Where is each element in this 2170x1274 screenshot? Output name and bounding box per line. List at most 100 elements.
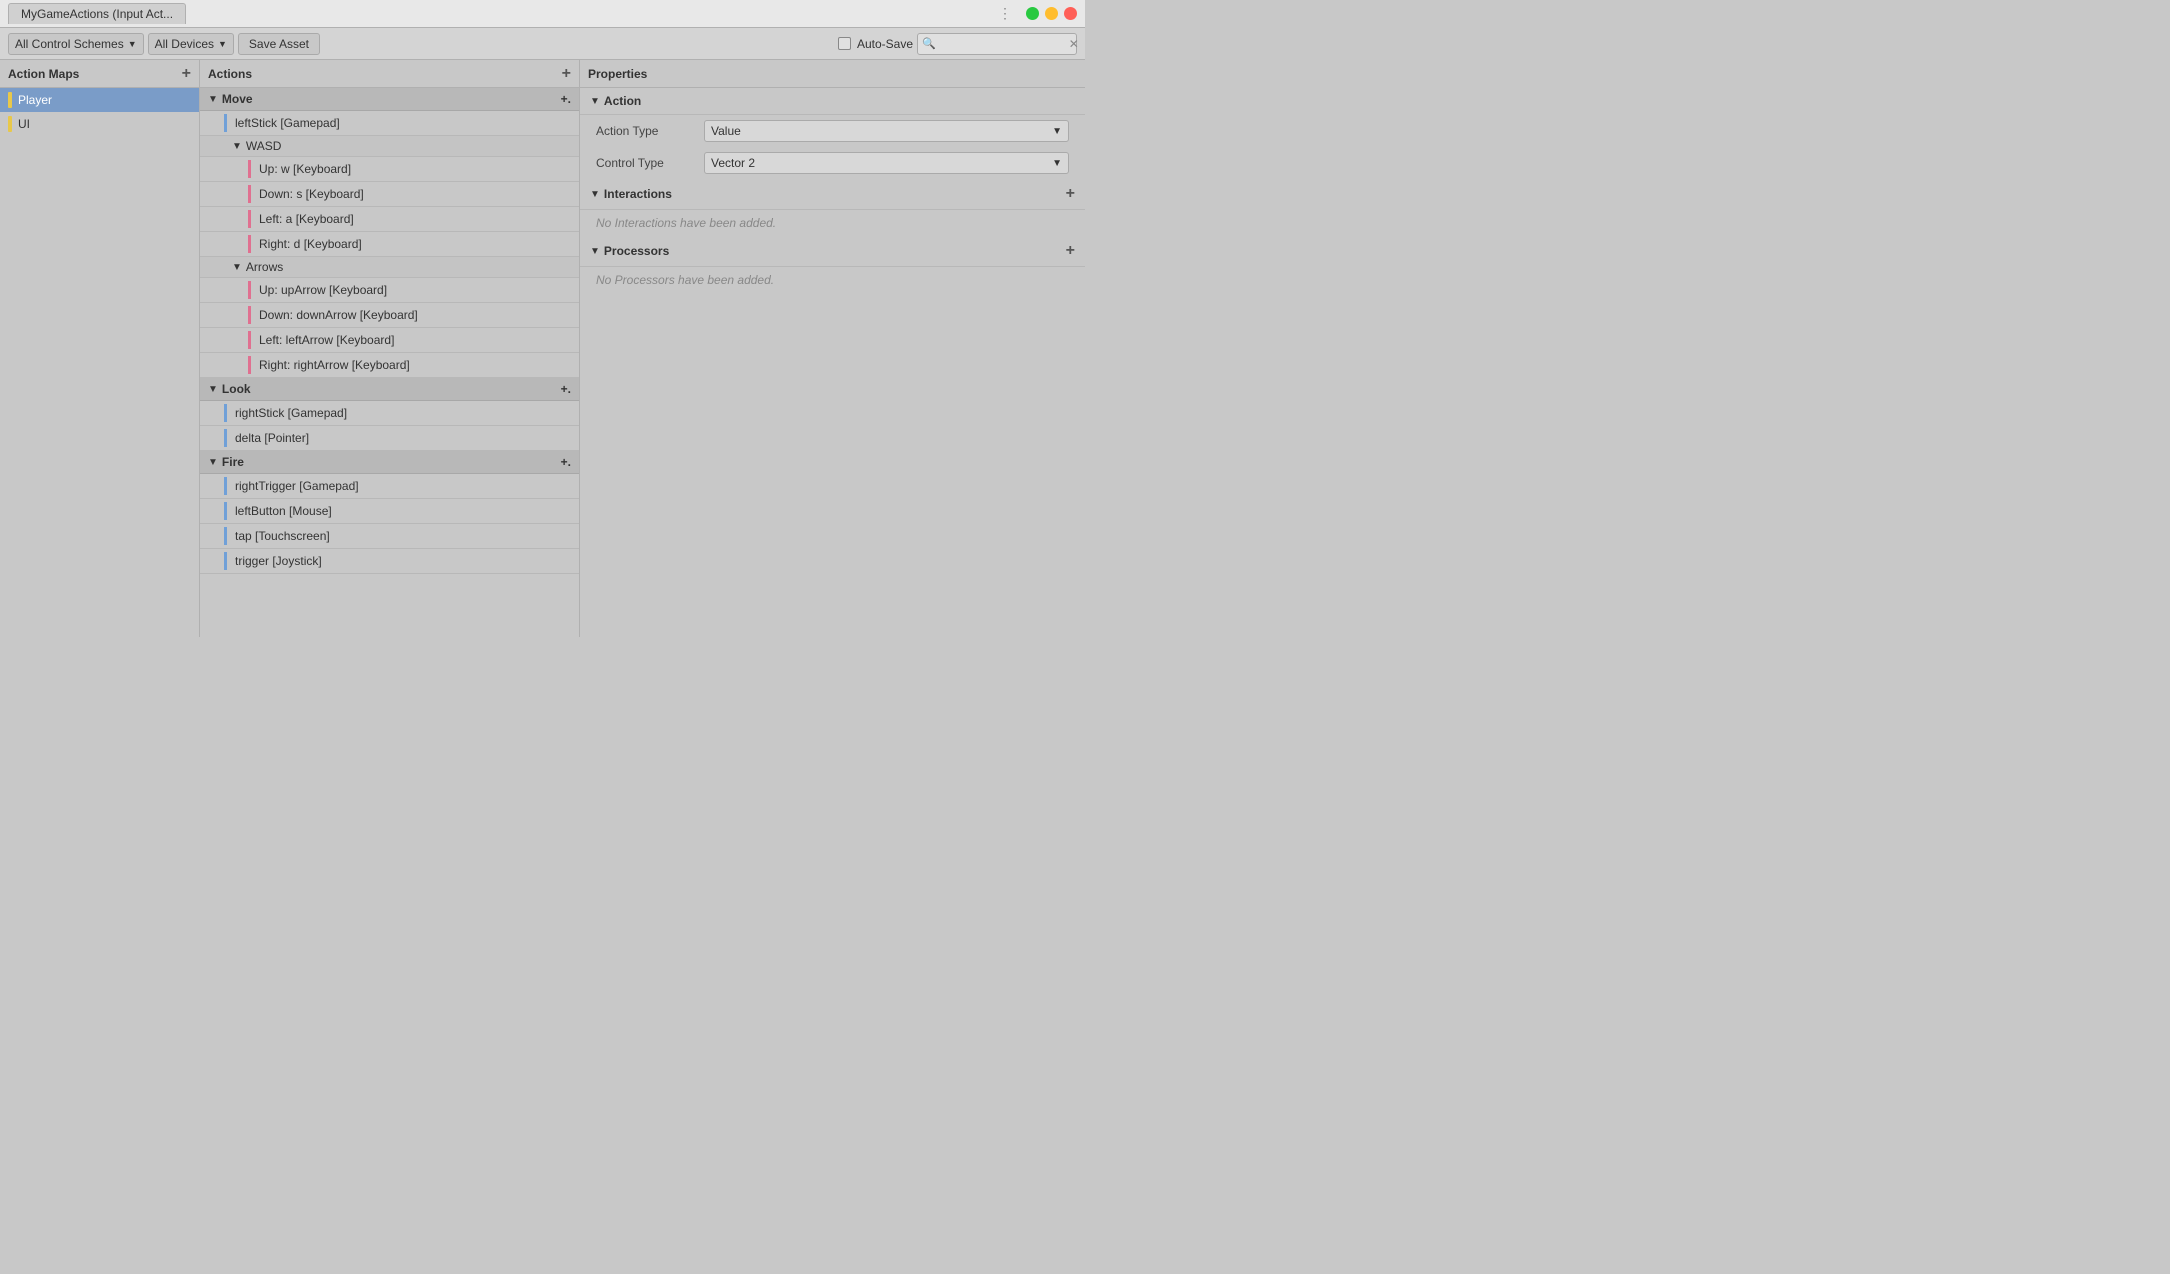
action-type-dropdown[interactable]: Value ▼ [704,120,1069,142]
processors-title: Processors [604,244,669,258]
window-menu-icon[interactable]: ⋮ [998,5,1012,22]
rightTrigger-color [224,477,227,495]
binding-rightStick[interactable]: rightStick [Gamepad] [200,401,579,426]
binding-down-s[interactable]: Down: s [Keyboard] [200,182,579,207]
binding-trigger[interactable]: trigger [Joystick] [200,549,579,574]
action-maps-title: Action Maps [8,67,79,81]
title-bar: MyGameActions (Input Act... ⋮ [0,0,1085,28]
action-group-look[interactable]: ▼ Look +. [200,378,579,401]
title-tab[interactable]: MyGameActions (Input Act... [8,3,186,24]
save-asset-button[interactable]: Save Asset [238,33,320,55]
action-group-move[interactable]: ▼ Move +. [200,88,579,111]
trigger-color [224,552,227,570]
add-processor-button[interactable]: + [1066,242,1075,260]
action-type-row: Action Type Value ▼ [580,115,1085,147]
actions-panel: Actions + ▼ Move +. leftStick [Gamepad] … [200,60,580,637]
down-arrow-color [248,306,251,324]
move-chevron: ▼ [208,94,218,105]
close-button[interactable] [1064,7,1077,20]
right-d-color [248,235,251,253]
autosave-checkbox[interactable] [838,37,851,50]
search-icon: 🔍 [922,37,936,50]
binding-up-arrow[interactable]: Up: upArrow [Keyboard] [200,278,579,303]
interactions-empty: No Interactions have been added. [580,210,1085,236]
move-label: Move [222,92,253,106]
look-label: Look [222,382,251,396]
devices-label: All Devices [155,37,214,51]
action-type-label: Action Type [596,124,696,138]
left-arrow-color [248,331,251,349]
leftStick-color [224,114,227,132]
look-add-btn[interactable]: +. [561,382,571,396]
window-controls: ⋮ [998,5,1077,22]
action-section-title: Action [604,94,641,108]
action-map-item-player[interactable]: Player [0,88,199,112]
binding-up-w[interactable]: Up: w [Keyboard] [200,157,579,182]
processors-chevron: ▼ [590,246,600,257]
action-type-value: Value [711,124,741,138]
fire-add-btn[interactable]: +. [561,455,571,469]
action-maps-panel: Action Maps + Player UI [0,60,200,637]
autosave-label: Auto-Save [857,37,913,51]
properties-header: Properties [580,60,1085,88]
left-a-color [248,210,251,228]
devices-arrow: ▼ [218,39,227,49]
arrows-chevron: ▼ [232,262,242,273]
processors-empty: No Processors have been added. [580,267,1085,293]
binding-rightTrigger[interactable]: rightTrigger [Gamepad] [200,474,579,499]
control-type-dropdown[interactable]: Vector 2 ▼ [704,152,1069,174]
maximize-button[interactable] [1026,7,1039,20]
autosave-area: Auto-Save [838,37,913,51]
action-group-fire[interactable]: ▼ Fire +. [200,451,579,474]
ui-label: UI [18,117,30,131]
toolbar: All Control Schemes ▼ All Devices ▼ Save… [0,28,1085,60]
add-action-button[interactable]: + [562,66,571,82]
tap-color [224,527,227,545]
interactions-section-header[interactable]: ▼ Interactions + [580,179,1085,210]
rightStick-color [224,404,227,422]
binding-delta[interactable]: delta [Pointer] [200,426,579,451]
binding-leftButton[interactable]: leftButton [Mouse] [200,499,579,524]
binding-left-a[interactable]: Left: a [Keyboard] [200,207,579,232]
control-schemes-arrow: ▼ [128,39,137,49]
subgroup-arrows[interactable]: ▼ Arrows [200,257,579,278]
down-s-color [248,185,251,203]
processors-section-header[interactable]: ▼ Processors + [580,236,1085,267]
subgroup-wasd[interactable]: ▼ WASD [200,136,579,157]
main-layout: Action Maps + Player UI Actions + ▼ [0,60,1085,637]
control-type-value: Vector 2 [711,156,755,170]
properties-title: Properties [588,67,647,81]
action-section-header[interactable]: ▼ Action [580,88,1085,115]
action-map-item-ui[interactable]: UI [0,112,199,136]
devices-dropdown[interactable]: All Devices ▼ [148,33,234,55]
binding-left-arrow[interactable]: Left: leftArrow [Keyboard] [200,328,579,353]
control-type-label: Control Type [596,156,696,170]
actions-title: Actions [208,67,252,81]
binding-down-arrow[interactable]: Down: downArrow [Keyboard] [200,303,579,328]
player-color-bar [8,92,12,108]
add-interaction-button[interactable]: + [1066,185,1075,203]
look-chevron: ▼ [208,384,218,395]
ui-color-bar [8,116,12,132]
add-action-map-button[interactable]: + [182,66,191,82]
player-label: Player [18,93,52,107]
action-type-arrow: ▼ [1052,126,1062,137]
right-arrow-color [248,356,251,374]
move-add-btn[interactable]: +. [561,92,571,106]
search-input[interactable] [939,37,1069,51]
binding-leftStick[interactable]: leftStick [Gamepad] [200,111,579,136]
control-schemes-dropdown[interactable]: All Control Schemes ▼ [8,33,144,55]
binding-right-arrow[interactable]: Right: rightArrow [Keyboard] [200,353,579,378]
binding-right-d[interactable]: Right: d [Keyboard] [200,232,579,257]
search-box[interactable]: 🔍 ✕ [917,33,1077,55]
action-maps-header: Action Maps + [0,60,199,88]
binding-tap[interactable]: tap [Touchscreen] [200,524,579,549]
actions-header: Actions + [200,60,579,88]
control-schemes-label: All Control Schemes [15,37,124,51]
up-arrow-color [248,281,251,299]
interactions-chevron: ▼ [590,189,600,200]
search-clear-button[interactable]: ✕ [1069,37,1079,51]
control-type-arrow: ▼ [1052,158,1062,169]
minimize-button[interactable] [1045,7,1058,20]
fire-chevron: ▼ [208,457,218,468]
